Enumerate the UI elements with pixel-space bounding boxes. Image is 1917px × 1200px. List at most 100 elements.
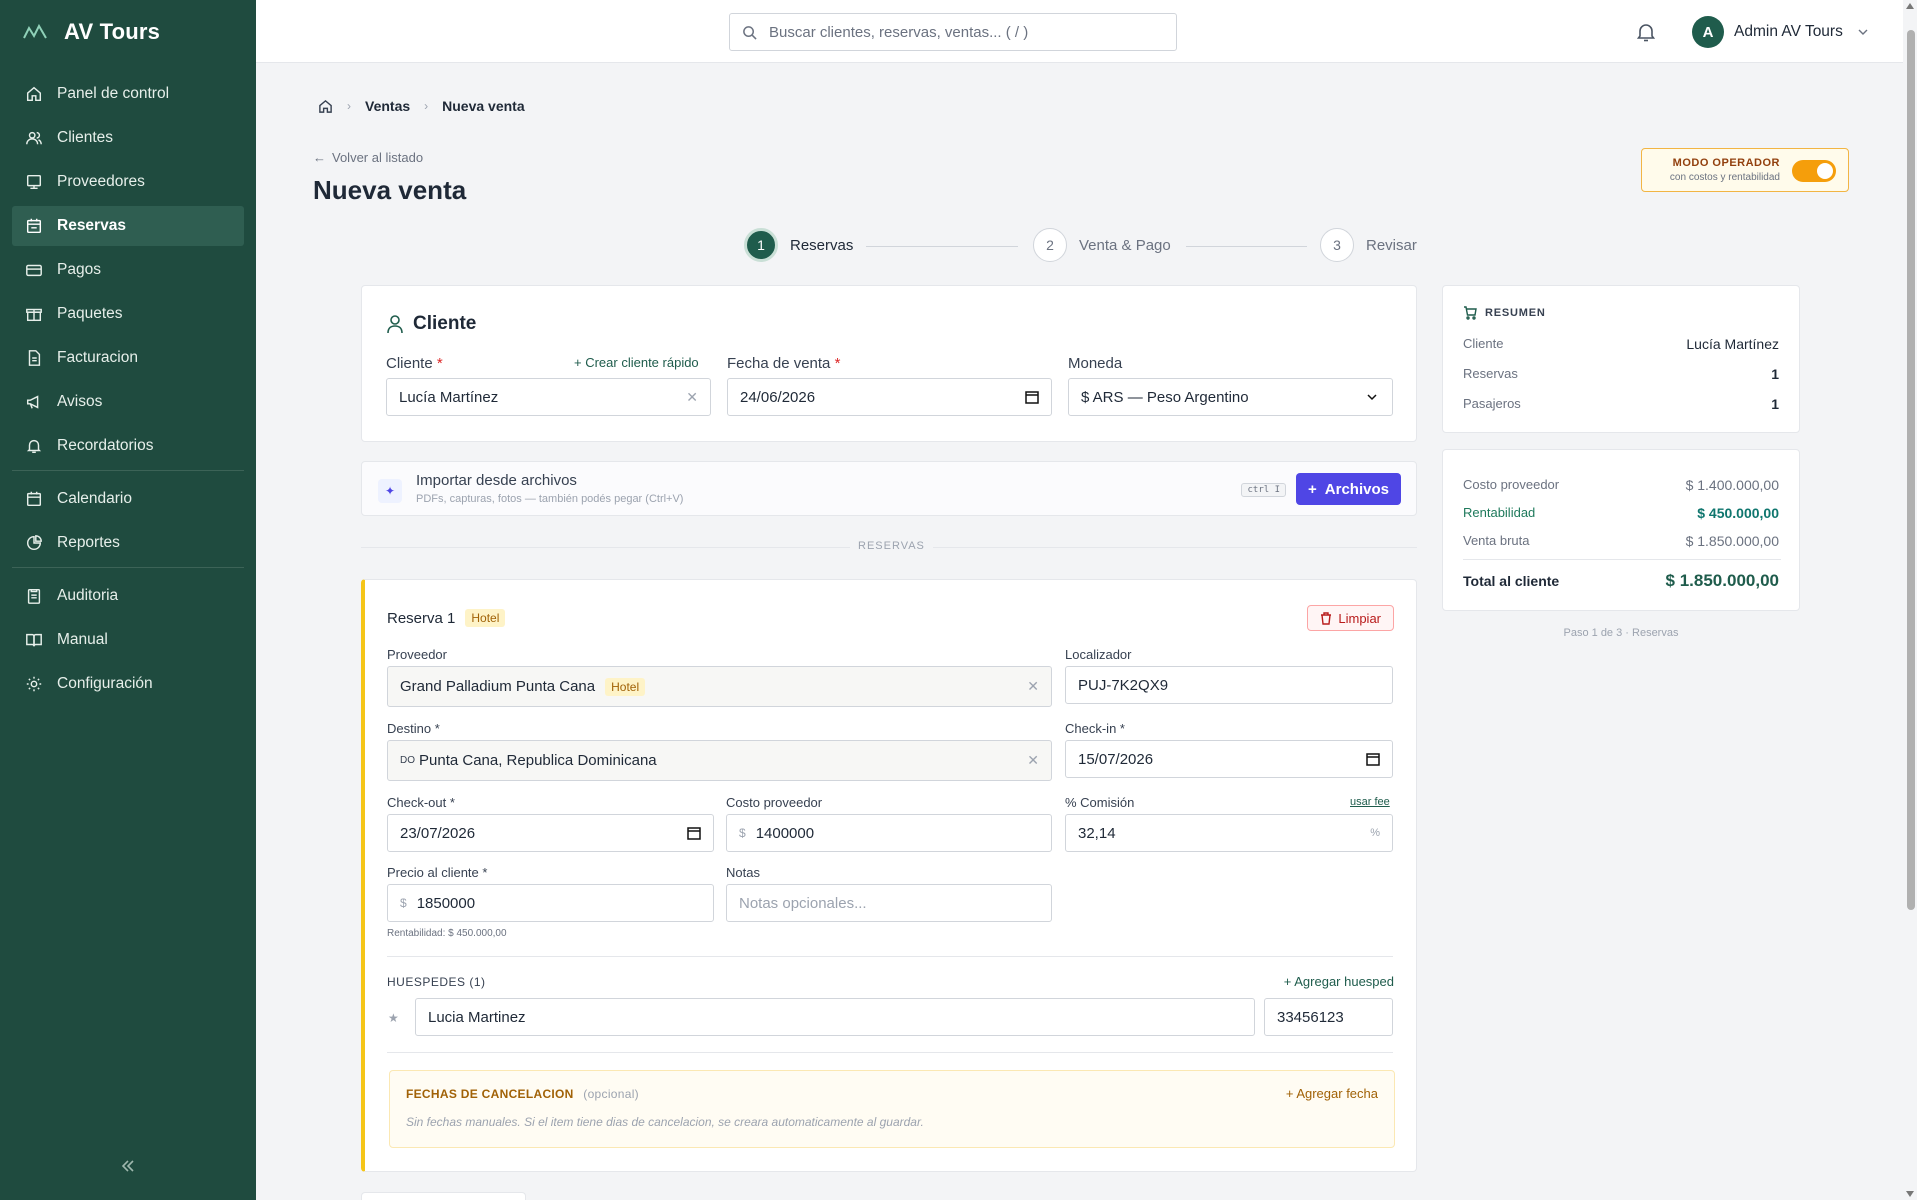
- checkout-field[interactable]: 23/07/2026: [387, 814, 714, 852]
- row-label: Venta bruta: [1463, 533, 1530, 548]
- clear-icon[interactable]: ✕: [1027, 752, 1039, 769]
- sidebar-item-avisos[interactable]: Avisos: [12, 382, 244, 422]
- calendar-icon[interactable]: [1025, 390, 1039, 404]
- brand[interactable]: AV Tours: [0, 0, 256, 63]
- row-label: Costo proveedor: [1463, 477, 1560, 492]
- localizador-field[interactable]: PUJ-7K2QX9: [1065, 666, 1393, 704]
- archivos-button[interactable]: + Archivos: [1296, 473, 1401, 505]
- keyboard-shortcut: ctrl I: [1241, 483, 1286, 497]
- sidebar-item-clientes[interactable]: Clientes: [12, 118, 244, 158]
- collapse-sidebar-icon[interactable]: [118, 1156, 138, 1176]
- divider: [387, 1052, 1393, 1053]
- home-icon[interactable]: [318, 99, 333, 114]
- step-connector: [1186, 246, 1307, 247]
- row-label: Pasajeros: [1463, 396, 1521, 411]
- currency-symbol: $: [400, 896, 407, 910]
- sidebar-item-reservas[interactable]: Reservas: [12, 206, 244, 246]
- sidebar-item-pagos[interactable]: Pagos: [12, 250, 244, 290]
- percent-suffix: %: [1370, 827, 1380, 839]
- user-menu[interactable]: A Admin AV Tours: [1692, 16, 1869, 48]
- sidebar-item-proveedores[interactable]: Proveedores: [12, 162, 244, 202]
- limpiar-button[interactable]: Limpiar: [1307, 605, 1394, 631]
- sidebar-item-manual[interactable]: Manual: [12, 620, 244, 660]
- cliente-field[interactable]: Lucía Martínez ✕: [386, 378, 711, 416]
- calendar-icon[interactable]: [687, 826, 701, 840]
- cart-icon: [1464, 306, 1477, 320]
- calendar-check-icon: [26, 218, 42, 234]
- destino-field[interactable]: DO Punta Cana, Republica Dominicana ✕: [387, 740, 1052, 781]
- operator-mode-toggle[interactable]: MODO OPERADOR con costos y rentabilidad: [1641, 148, 1849, 192]
- step-progress-note: Paso 1 de 3 · Reservas: [1563, 627, 1679, 639]
- search-input[interactable]: Buscar clientes, reservas, ventas... ( /…: [729, 13, 1177, 51]
- costo-proveedor-value: 1400000: [755, 824, 815, 842]
- precio-cliente-field[interactable]: $ 1850000: [387, 884, 714, 922]
- row-value: $ 1.850.000,00: [1685, 533, 1779, 549]
- step-reservas[interactable]: 1 Reservas: [744, 228, 853, 262]
- gift-icon: [26, 308, 42, 322]
- breadcrumb-separator: ›: [347, 99, 351, 113]
- sidebar-item-auditoria[interactable]: Auditoria: [12, 576, 244, 616]
- topbar: Buscar clientes, reservas, ventas... ( /…: [256, 0, 1903, 63]
- operator-mode-switch[interactable]: [1792, 160, 1836, 182]
- sidebar-item-label: Calendario: [57, 490, 132, 507]
- checkin-field[interactable]: 15/07/2026: [1065, 740, 1393, 778]
- moneda-select[interactable]: $ ARS — Peso Argentino: [1068, 378, 1393, 416]
- scrollbar-thumb[interactable]: [1907, 30, 1915, 910]
- fecha-venta-field[interactable]: 24/06/2026: [727, 378, 1052, 416]
- back-to-list-link[interactable]: ← Volver al listado: [313, 150, 423, 165]
- breadcrumb-ventas[interactable]: Ventas: [365, 98, 410, 114]
- step-venta-pago[interactable]: 2 Venta & Pago: [1033, 228, 1171, 262]
- notas-field[interactable]: Notas opcionales...: [726, 884, 1052, 922]
- costo-proveedor-field[interactable]: $ 1400000: [726, 814, 1052, 852]
- costo-proveedor-label: Costo proveedor: [726, 795, 823, 810]
- checkin-label: Check-in *: [1065, 721, 1125, 736]
- checkin-value: 15/07/2026: [1078, 750, 1154, 768]
- plus-icon: +: [1308, 480, 1317, 498]
- page-scrollbar[interactable]: [1903, 0, 1917, 1200]
- huesped-doc-field[interactable]: 33456123: [1264, 998, 1393, 1036]
- sidebar-item-recordatorios[interactable]: Recordatorios: [12, 426, 244, 466]
- usar-fee-link[interactable]: usar fee: [1350, 796, 1390, 808]
- row-value: $ 1.400.000,00: [1685, 477, 1779, 493]
- step-label: Revisar: [1366, 236, 1417, 254]
- notas-placeholder: Notas opcionales...: [739, 894, 867, 912]
- sidebar-item-label: Avisos: [57, 393, 103, 410]
- totales-row-venta: Venta bruta $ 1.850.000,00: [1463, 533, 1779, 549]
- sidebar-item-label: Clientes: [57, 129, 113, 146]
- clear-icon[interactable]: ✕: [1027, 678, 1039, 695]
- row-value: 1: [1771, 366, 1779, 382]
- clear-icon[interactable]: ✕: [686, 389, 698, 406]
- sidebar-item-reportes[interactable]: Reportes: [12, 523, 244, 563]
- avatar: A: [1692, 16, 1724, 48]
- sidebar-item-label: Recordatorios: [57, 437, 154, 454]
- notas-label: Notas: [726, 865, 760, 880]
- reserva-title: Reserva 1 Hotel: [387, 609, 506, 627]
- sidebar-item-facturacion[interactable]: Facturacion: [12, 338, 244, 378]
- crear-cliente-rapido-link[interactable]: + Crear cliente rápido: [574, 355, 699, 370]
- huesped-doc-value: 33456123: [1277, 1008, 1344, 1026]
- sidebar-item-configuracion[interactable]: Configuración: [12, 664, 244, 704]
- calendar-icon[interactable]: [1366, 752, 1380, 766]
- sidebar-item-calendario[interactable]: Calendario: [12, 479, 244, 519]
- proveedor-field[interactable]: Grand Palladium Punta Cana Hotel ✕: [387, 666, 1052, 707]
- cancelacion-title: FECHAS DE CANCELACION (opcional): [406, 1087, 639, 1101]
- comision-field[interactable]: 32,14 %: [1065, 814, 1393, 852]
- sidebar-item-paquetes[interactable]: Paquetes: [12, 294, 244, 334]
- user-name: Admin AV Tours: [1734, 23, 1843, 40]
- import-files-bar: ✦ Importar desde archivos PDFs, capturas…: [361, 461, 1417, 516]
- resumen-heading-text: RESUMEN: [1485, 307, 1546, 319]
- agregar-fecha-link[interactable]: + Agregar fecha: [1286, 1086, 1378, 1101]
- sidebar-item-panel[interactable]: Panel de control: [12, 74, 244, 114]
- scroll-up-arrow[interactable]: [1906, 3, 1914, 9]
- sidebar-item-label: Pagos: [57, 261, 101, 278]
- huesped-name-field[interactable]: Lucia Martinez: [415, 998, 1255, 1036]
- currency-symbol: $: [739, 826, 746, 840]
- trash-icon: [1321, 611, 1332, 625]
- search-placeholder: Buscar clientes, reservas, ventas... ( /…: [769, 23, 1029, 41]
- step-revisar[interactable]: 3 Revisar: [1320, 228, 1417, 262]
- step-number: 2: [1033, 228, 1067, 262]
- agregar-huesped-link[interactable]: + Agregar huesped: [1284, 974, 1394, 989]
- notifications-bell-icon[interactable]: [1636, 21, 1656, 43]
- resumen-card: RESUMEN Cliente Lucía Martínez Reservas …: [1442, 285, 1800, 433]
- scroll-down-arrow[interactable]: [1906, 1191, 1914, 1197]
